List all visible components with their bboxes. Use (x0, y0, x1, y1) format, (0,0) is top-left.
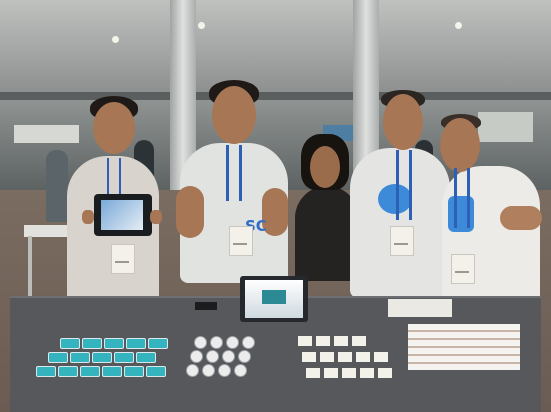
booth-photo: SC (0, 0, 551, 412)
sticker-sheet (388, 299, 452, 317)
name-badge (111, 244, 135, 274)
ceiling-light (455, 22, 462, 29)
person-arm (176, 186, 204, 238)
sticker-coin (190, 350, 203, 363)
sticker (70, 352, 90, 363)
sticker (102, 366, 122, 377)
background-banner (478, 112, 533, 142)
sticker-coin (238, 350, 251, 363)
lanyard (454, 168, 470, 228)
person-head (93, 102, 135, 154)
small-card (306, 368, 320, 378)
small-card (320, 352, 334, 362)
sticker-coin (202, 364, 215, 377)
small-card (360, 368, 374, 378)
sticker (124, 366, 144, 377)
small-card (342, 368, 356, 378)
lanyard (226, 145, 242, 201)
small-card (378, 368, 392, 378)
name-badge (451, 254, 475, 284)
person-arm (500, 206, 542, 230)
small-card (352, 336, 366, 346)
small-card (334, 336, 348, 346)
small-card (316, 336, 330, 346)
sticker-coin (210, 336, 223, 349)
display-tablet-graphic (262, 290, 286, 304)
sticker (80, 366, 100, 377)
sticker (48, 352, 68, 363)
sticker-coin (222, 350, 235, 363)
person-head (383, 94, 423, 150)
ceiling (0, 0, 551, 95)
sticker (148, 338, 168, 349)
small-card (356, 352, 370, 362)
lanyard (396, 150, 412, 220)
card-stack (408, 324, 520, 370)
background-attendee (46, 150, 68, 222)
sticker (114, 352, 134, 363)
sticker-coin (234, 364, 247, 377)
sticker (58, 366, 78, 377)
sticker (60, 338, 80, 349)
sticker (82, 338, 102, 349)
sticker (36, 366, 56, 377)
hand (82, 210, 94, 224)
sticker-coin (194, 336, 207, 349)
sticker-coin (218, 364, 231, 377)
sticker (126, 338, 146, 349)
phone-on-table (195, 302, 217, 310)
hand (150, 210, 162, 224)
sticker (104, 338, 124, 349)
name-badge (229, 226, 253, 256)
small-card (298, 336, 312, 346)
sticker-coin (242, 336, 255, 349)
name-badge (390, 226, 414, 256)
sticker (146, 366, 166, 377)
ceiling-light (198, 22, 205, 29)
sticker-coin (206, 350, 219, 363)
sticker (136, 352, 156, 363)
ceiling-light (112, 36, 119, 43)
tablet-screen (101, 200, 143, 230)
background-banner (14, 125, 79, 143)
small-card (324, 368, 338, 378)
small-card (374, 352, 388, 362)
sticker (92, 352, 112, 363)
sticker-coin (186, 364, 199, 377)
small-card (302, 352, 316, 362)
person-head (440, 118, 480, 172)
small-card (338, 352, 352, 362)
sticker-coin (226, 336, 239, 349)
person-head (212, 86, 256, 144)
person-head (310, 146, 340, 188)
